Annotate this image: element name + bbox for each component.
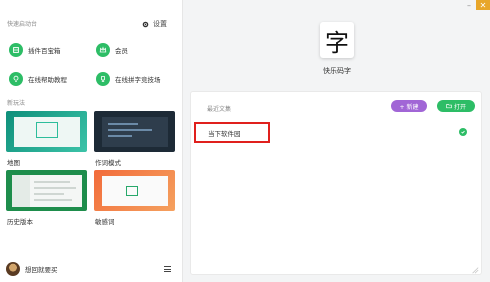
avatar bbox=[6, 262, 20, 276]
crown-icon bbox=[96, 43, 110, 57]
folder-icon bbox=[446, 104, 452, 109]
settings-label: 设置 bbox=[153, 20, 167, 28]
trophy-icon bbox=[96, 72, 110, 86]
synced-check-icon bbox=[459, 128, 467, 136]
quick-action-help[interactable]: 在线帮助教程 bbox=[9, 72, 67, 86]
left-panel: 快速启动台 设置 插件百宝箱 会员 在线帮助教程 在线拼字竞技场 新玩法 地图 … bbox=[0, 0, 183, 282]
file-name: 当下软件园 bbox=[208, 129, 241, 138]
recent-title: 最近文集 bbox=[207, 106, 232, 113]
quick-action-vip[interactable]: 会员 bbox=[96, 43, 128, 57]
quick-action-label: 在线拼字竞技场 bbox=[115, 76, 161, 84]
close-button[interactable]: ✕ bbox=[476, 0, 490, 10]
quick-action-label: 在线帮助教程 bbox=[28, 76, 67, 84]
mode-label: 作词模式 bbox=[95, 159, 121, 167]
settings-button[interactable]: 设置 bbox=[142, 19, 167, 29]
bulb-icon bbox=[9, 72, 23, 86]
quick-action-arena[interactable]: 在线拼字竞技场 bbox=[96, 72, 161, 86]
open-button-label: 打开 bbox=[453, 103, 466, 111]
user-profile[interactable]: 想回就要买 bbox=[6, 262, 58, 276]
toolbox-icon bbox=[9, 43, 23, 57]
minimize-button[interactable]: – bbox=[462, 0, 476, 10]
quick-action-toolbox[interactable]: 插件百宝箱 bbox=[9, 43, 61, 57]
quick-launch-title: 快速启动台 bbox=[7, 21, 38, 28]
new-button-label: + 新建 bbox=[399, 103, 419, 111]
new-modes-title: 新玩法 bbox=[7, 100, 26, 107]
new-button[interactable]: + 新建 bbox=[391, 100, 427, 112]
window-controls: – ✕ bbox=[462, 0, 490, 10]
quick-action-label: 插件百宝箱 bbox=[28, 47, 61, 55]
user-name: 想回就要买 bbox=[25, 266, 58, 274]
quick-action-label: 会员 bbox=[115, 47, 128, 55]
app-name: 快乐码字 bbox=[323, 67, 351, 75]
mode-label: 历史版本 bbox=[7, 218, 33, 226]
gear-icon bbox=[142, 21, 149, 27]
app-logo: 字 bbox=[320, 22, 354, 58]
mode-thumbnail-sensitive[interactable] bbox=[94, 170, 175, 211]
menu-icon[interactable] bbox=[164, 266, 171, 272]
mode-thumbnail-history[interactable] bbox=[6, 170, 87, 211]
recent-files-card: 最近文集 + 新建 打开 当下软件园 bbox=[190, 91, 482, 275]
resize-grip-icon[interactable] bbox=[471, 266, 479, 274]
mode-thumbnail-lyrics[interactable] bbox=[94, 111, 175, 152]
mode-label: 地图 bbox=[7, 159, 20, 167]
open-button[interactable]: 打开 bbox=[437, 100, 475, 112]
mode-label: 敏感词 bbox=[95, 218, 115, 226]
mode-thumbnail-map[interactable] bbox=[6, 111, 87, 152]
recent-file-row[interactable]: 当下软件园 bbox=[194, 122, 270, 143]
